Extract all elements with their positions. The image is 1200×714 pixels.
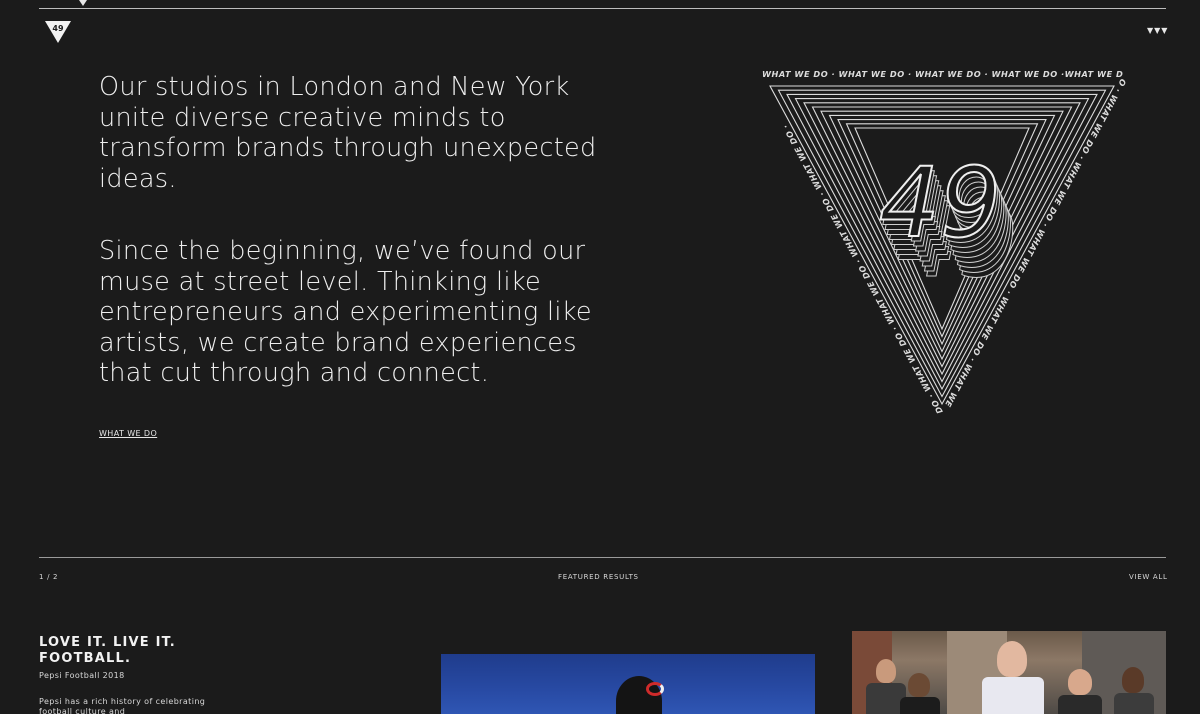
- person-3: [997, 641, 1027, 677]
- pepsi-football-image[interactable]: [441, 654, 815, 714]
- intro-section: Our studios in London and New York unite…: [99, 72, 619, 389]
- intro-paragraph-1: Our studios in London and New York unite…: [99, 72, 597, 194]
- featured-results-title: FEATURED RESULTS: [558, 573, 639, 581]
- person-2: [908, 673, 930, 697]
- brand-logo[interactable]: 49: [44, 20, 72, 44]
- what-we-do-emblem[interactable]: WHAT WE DO · WHAT WE DO · WHAT WE DO · W…: [757, 68, 1127, 414]
- person-3-body: [982, 677, 1044, 714]
- brand-logo-text: 49: [52, 24, 64, 33]
- emblem-number: 49: [879, 147, 1001, 259]
- card-title[interactable]: LOVE IT. LIVE IT. FOOTBALL.: [39, 635, 239, 667]
- intro-paragraph-2: Since the beginning, we’ve found our mus…: [99, 236, 592, 388]
- section-divider: [39, 557, 1166, 558]
- card-description: Pepsi has a rich history of celebrating …: [39, 697, 206, 714]
- person-5-body: [1114, 693, 1154, 714]
- what-we-do-link[interactable]: WHAT WE DO: [99, 429, 157, 438]
- person-4: [1068, 669, 1092, 695]
- menu-icon[interactable]: ▼▼▼: [1147, 26, 1168, 35]
- person-5: [1122, 667, 1144, 693]
- street-group-image[interactable]: [852, 631, 1166, 714]
- card-subtitle: Pepsi Football 2018: [39, 671, 125, 680]
- ball-graphic: [646, 682, 664, 696]
- slide-counter: 1 / 2: [39, 573, 59, 581]
- person-1: [876, 659, 896, 683]
- top-divider: [39, 8, 1166, 9]
- view-all-link[interactable]: VIEW ALL: [1129, 573, 1168, 581]
- top-notch-marker: [79, 0, 87, 6]
- person-2-body: [900, 697, 940, 714]
- person-4-body: [1058, 695, 1102, 714]
